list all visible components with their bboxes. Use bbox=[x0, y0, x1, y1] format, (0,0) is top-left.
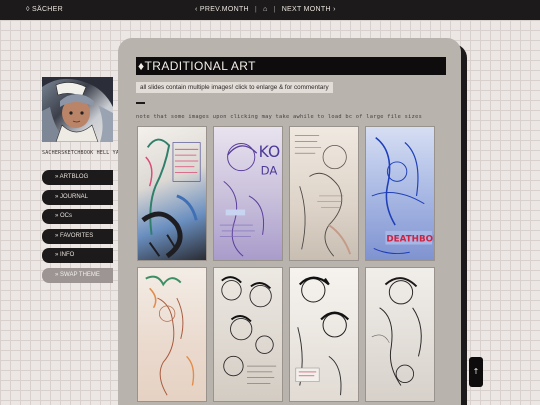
sidebar-item-journal[interactable]: » JOURNAL bbox=[42, 189, 113, 205]
gallery-thumbnail[interactable] bbox=[365, 267, 435, 402]
main-panel: ♦TRADITIONAL ART all slides contain mult… bbox=[118, 38, 461, 405]
loading-note: note that some images upon clicking may … bbox=[136, 114, 423, 120]
gallery-thumbnail[interactable] bbox=[289, 267, 359, 402]
prev-month-link[interactable]: ‹ PREV.MONTH bbox=[195, 6, 249, 13]
sidebar-item-favorites[interactable]: » FAVORITES bbox=[42, 228, 113, 244]
sidebar-item-info[interactable]: » INFO bbox=[42, 248, 113, 263]
nav-divider: | bbox=[273, 6, 276, 13]
gallery-thumbnail[interactable] bbox=[137, 267, 207, 402]
divider bbox=[136, 102, 145, 104]
month-nav: ‹ PREV.MONTH | ⌂ | NEXT MONTH › bbox=[195, 6, 336, 13]
gallery-thumbnail[interactable] bbox=[137, 126, 207, 261]
next-month-link[interactable]: NEXT MONTH › bbox=[282, 6, 336, 13]
username: SACHERSKETCHBOOK HELL YA bbox=[42, 150, 120, 156]
svg-text:KO: KO bbox=[259, 143, 281, 161]
scroll-to-top-button[interactable]: ↑ bbox=[469, 357, 483, 387]
art-gallery: KO DA DEATHBO bbox=[137, 126, 437, 402]
sidebar-item-ocs[interactable]: » OCs bbox=[42, 209, 113, 224]
avatar bbox=[42, 77, 113, 142]
swap-theme-button[interactable]: » SWAP THEME bbox=[42, 267, 113, 283]
gallery-thumbnail[interactable]: DEATHBODY bbox=[365, 126, 435, 261]
deathbody-caption: DEATHBODY bbox=[386, 235, 434, 245]
gallery-notice: all slides contain multiple images! clic… bbox=[136, 82, 333, 93]
sidebar-item-artblog[interactable]: » ARTBLOG bbox=[42, 170, 113, 185]
home-icon[interactable]: ⌂ bbox=[263, 6, 268, 13]
gallery-thumbnail[interactable] bbox=[289, 126, 359, 261]
top-bar: ◊ SÄCHER ‹ PREV.MONTH | ⌂ | NEXT MONTH › bbox=[0, 0, 540, 20]
sidebar-menu: » ARTBLOG » JOURNAL » OCs » FAVORITES » … bbox=[42, 170, 113, 287]
gallery-thumbnail[interactable]: KO DA bbox=[213, 126, 283, 261]
svg-text:DA: DA bbox=[261, 164, 278, 178]
gallery-thumbnail[interactable] bbox=[213, 267, 283, 402]
page-title: ♦TRADITIONAL ART bbox=[136, 57, 446, 75]
nav-divider: | bbox=[254, 6, 258, 13]
site-title[interactable]: ◊ SÄCHER bbox=[26, 6, 63, 13]
